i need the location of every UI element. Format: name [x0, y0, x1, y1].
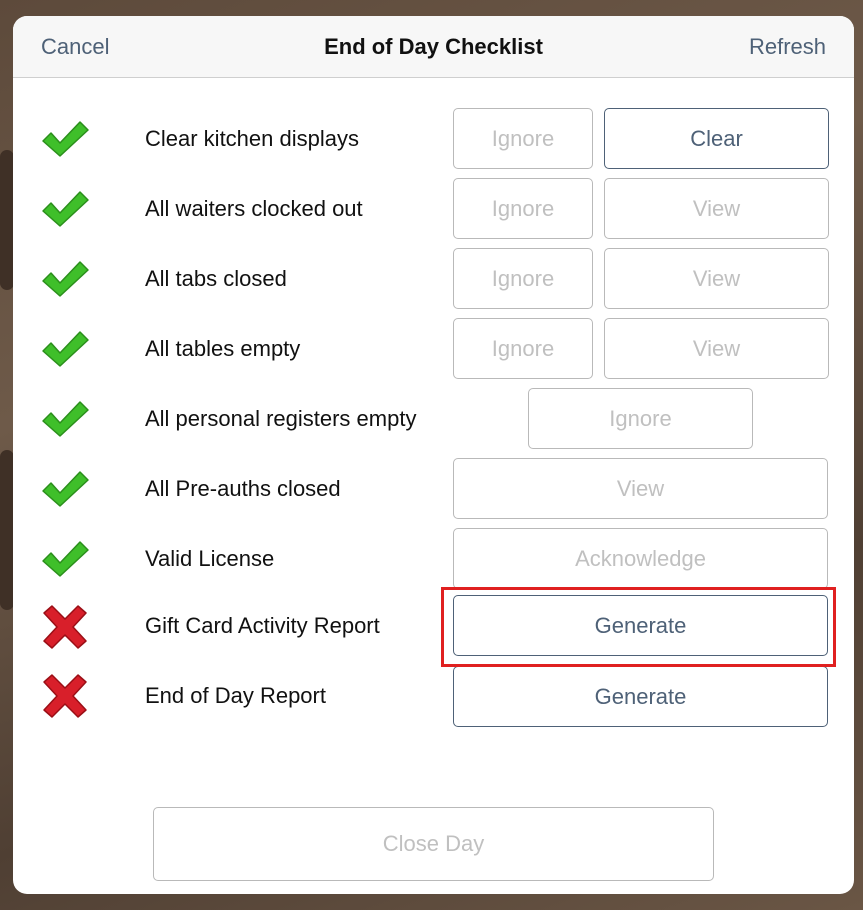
generate-button[interactable]: Generate — [453, 595, 828, 656]
item-label: End of Day Report — [145, 683, 326, 708]
ignore-button[interactable]: Ignore — [453, 178, 593, 239]
view-button[interactable]: View — [453, 458, 828, 519]
checkmark-icon — [42, 121, 89, 157]
checkmark-icon — [42, 331, 89, 367]
checkmark-icon — [42, 261, 89, 297]
refresh-button[interactable]: Refresh — [749, 34, 826, 60]
checklist-modal: Cancel End of Day Checklist Refresh Clea… — [13, 16, 854, 894]
ignore-button[interactable]: Ignore — [453, 318, 593, 379]
checkmark-icon — [42, 471, 89, 507]
background-card — [0, 450, 14, 610]
item-label: Gift Card Activity Report — [145, 613, 380, 638]
background-card — [0, 150, 14, 290]
navigation-bar: Cancel End of Day Checklist Refresh — [13, 16, 854, 78]
ignore-button[interactable]: Ignore — [453, 108, 593, 169]
view-button[interactable]: View — [604, 318, 829, 379]
clear-button[interactable]: Clear — [604, 108, 829, 169]
close-day-button[interactable]: Close Day — [153, 807, 714, 881]
ignore-button[interactable]: Ignore — [528, 388, 753, 449]
checkmark-icon — [42, 191, 89, 227]
generate-button[interactable]: Generate — [453, 666, 828, 727]
item-label: All tabs closed — [145, 266, 287, 291]
item-label: All Pre-auths closed — [145, 476, 341, 501]
view-button[interactable]: View — [604, 178, 829, 239]
item-label: All waiters clocked out — [145, 196, 363, 221]
item-label: All personal registers empty — [145, 406, 417, 431]
page-title: End of Day Checklist — [324, 34, 543, 59]
item-label: Clear kitchen displays — [145, 126, 359, 151]
item-label: All tables empty — [145, 336, 301, 361]
checkmark-icon — [42, 541, 89, 577]
item-label: Valid License — [145, 546, 275, 571]
cross-icon — [43, 605, 87, 649]
cross-icon — [43, 674, 87, 718]
checkmark-icon — [42, 401, 89, 437]
ignore-button[interactable]: Ignore — [453, 248, 593, 309]
acknowledge-button[interactable]: Acknowledge — [453, 528, 828, 589]
view-button[interactable]: View — [604, 248, 829, 309]
